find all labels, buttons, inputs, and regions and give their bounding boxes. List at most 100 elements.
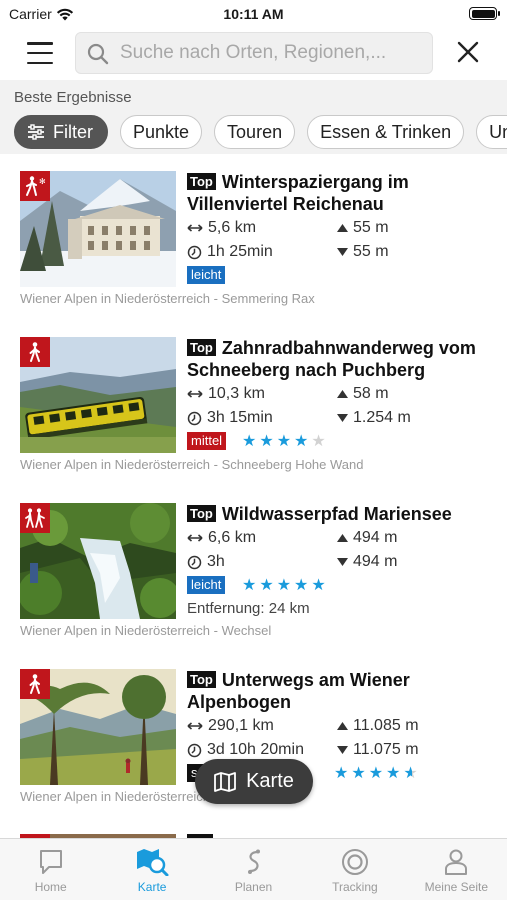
list-item[interactable]: ✻ Top Winterspaziergang im Villenviertel … — [0, 156, 507, 321]
svg-text:✻: ✻ — [39, 177, 46, 186]
search-header — [0, 30, 507, 78]
tab-planen[interactable]: Planen — [203, 839, 304, 900]
tab-bar: Home Karte Planen Tracking Meine Seite — [0, 838, 507, 900]
ascent-stat: 55 m — [337, 219, 389, 237]
duration-value: 3d 10h 20min — [207, 741, 304, 758]
distance-to-user: Entfernung: 24 km — [187, 600, 310, 617]
tour-image — [20, 669, 176, 785]
descent-icon — [337, 248, 348, 256]
record-icon — [341, 849, 368, 875]
duration-stat: 1h 25min — [187, 243, 273, 261]
difficulty-badge: leicht — [187, 576, 226, 594]
map-search-icon — [137, 849, 169, 876]
search-input[interactable] — [120, 33, 425, 73]
ascent-icon — [337, 534, 348, 542]
top-badge: Top — [187, 671, 216, 688]
map-button-label: Karte — [246, 770, 294, 792]
tour-image — [20, 337, 176, 453]
descent-stat: 11.075 m — [337, 741, 419, 759]
status-bar: Carrier 10:11 AM — [0, 0, 507, 28]
duration-value: 3h 15min — [207, 409, 273, 426]
tab-label: Home — [34, 880, 67, 894]
chip-unterkuenfte[interactable]: Un — [476, 115, 507, 149]
close-icon[interactable] — [455, 39, 481, 65]
descent-value: 1.254 m — [353, 409, 411, 426]
route-icon — [247, 849, 260, 874]
speech-bubble-icon — [39, 850, 62, 874]
menu-icon[interactable] — [27, 42, 53, 64]
tour-title[interactable]: Top Unterwegs am Wiener Alpenbogen — [187, 669, 492, 713]
top-badge: Top — [187, 339, 216, 356]
map-icon — [214, 771, 236, 792]
tour-region: Wiener Alpen in Niederösterreich - Semme… — [20, 291, 315, 306]
descent-stat: 494 m — [337, 553, 397, 571]
distance-value: 290,1 km — [208, 717, 274, 734]
ascent-value: 11.085 m — [353, 717, 419, 734]
difficulty-badge: mittel — [187, 432, 227, 450]
tour-image: ✻ — [20, 171, 176, 287]
distance-stat: 5,6 km — [187, 219, 256, 237]
distance-value: 10,3 km — [208, 385, 265, 402]
tab-tracking[interactable]: Tracking — [304, 839, 405, 900]
user-icon — [445, 849, 468, 875]
tab-label: Planen — [234, 880, 273, 894]
list-item[interactable]: Top Zahnradbahnwanderweg vom Schneeberg n… — [0, 322, 507, 487]
top-badge: Top — [187, 505, 216, 522]
descent-stat: 55 m — [337, 243, 389, 261]
descent-value: 494 m — [353, 553, 398, 570]
chip-touren[interactable]: Touren — [214, 115, 296, 149]
duration-value: 3h — [207, 553, 225, 570]
tour-region: Wiener Alpen in Niederösterreich — [20, 789, 211, 804]
tour-title-text: Winterspaziergang im Villenviertel Reich… — [187, 172, 409, 214]
clock: 10:11 AM — [223, 6, 284, 22]
distance-value: 6,6 km — [208, 529, 257, 546]
hiking-icon — [20, 669, 50, 699]
distance-stat: 290,1 km — [187, 717, 274, 735]
chip-punkte[interactable]: Punkte — [120, 115, 203, 149]
tab-karte[interactable]: Karte — [101, 839, 202, 900]
tab-home[interactable]: Home — [0, 839, 101, 900]
distance-stat: 6,6 km — [187, 529, 256, 547]
chip-label: Filter — [53, 121, 93, 142]
map-button[interactable]: Karte — [195, 759, 313, 804]
descent-value: 55 m — [353, 243, 389, 260]
tab-label: Tracking — [332, 880, 378, 894]
chip-essen-trinken[interactable]: Essen & Trinken — [307, 115, 465, 149]
duration-stat: 3d 10h 20min — [187, 741, 304, 759]
ascent-value: 58 m — [353, 385, 389, 402]
tour-title-text: Unterwegs am Wiener Alpenbogen — [187, 670, 410, 712]
family-hiking-icon — [20, 503, 50, 533]
ascent-value: 494 m — [353, 529, 398, 546]
descent-value: 11.075 m — [353, 741, 419, 758]
ascent-stat: 11.085 m — [337, 717, 419, 735]
hiking-icon — [20, 337, 50, 367]
distance-value: 5,6 km — [208, 219, 257, 236]
clock-icon — [187, 743, 202, 757]
distance-stat: 10,3 km — [187, 385, 265, 403]
ascent-icon — [337, 224, 348, 232]
ascent-stat: 58 m — [337, 385, 389, 403]
filter-chips: Filter Punkte Touren Essen & Trinken Un — [14, 115, 507, 149]
tab-label: Meine Seite — [424, 880, 489, 894]
results-header: Beste Ergebnisse Filter Punkte Touren Es… — [0, 80, 507, 154]
tour-title[interactable]: Top Wildwasserpfad Mariensee — [187, 503, 492, 525]
search-field[interactable] — [75, 32, 433, 74]
descent-icon — [337, 414, 348, 422]
tour-title[interactable]: Top Zahnradbahnwanderweg vom Schneeberg n… — [187, 337, 492, 381]
clock-icon — [187, 411, 202, 425]
battery-icon — [469, 7, 500, 20]
tour-image — [20, 503, 176, 619]
list-item[interactable]: Top Wildwasserpfad Mariensee 6,6 km 3h 49… — [0, 488, 507, 653]
duration-value: 1h 25min — [207, 243, 273, 260]
clock-icon — [187, 555, 202, 569]
difficulty-badge: leicht — [187, 266, 226, 284]
tour-region: Wiener Alpen in Niederösterreich - Wechs… — [20, 623, 272, 638]
chip-filter[interactable]: Filter — [14, 115, 108, 149]
tour-title[interactable]: Top Winterspaziergang im Villenviertel Re… — [187, 171, 492, 215]
ascent-icon — [337, 390, 348, 398]
duration-stat: 3h — [187, 553, 225, 571]
rating-stars: ★★★★★ — [242, 577, 329, 594]
ascent-stat: 494 m — [337, 529, 397, 547]
list-item[interactable] — [0, 820, 507, 838]
tab-meine-seite[interactable]: Meine Seite — [406, 839, 507, 900]
